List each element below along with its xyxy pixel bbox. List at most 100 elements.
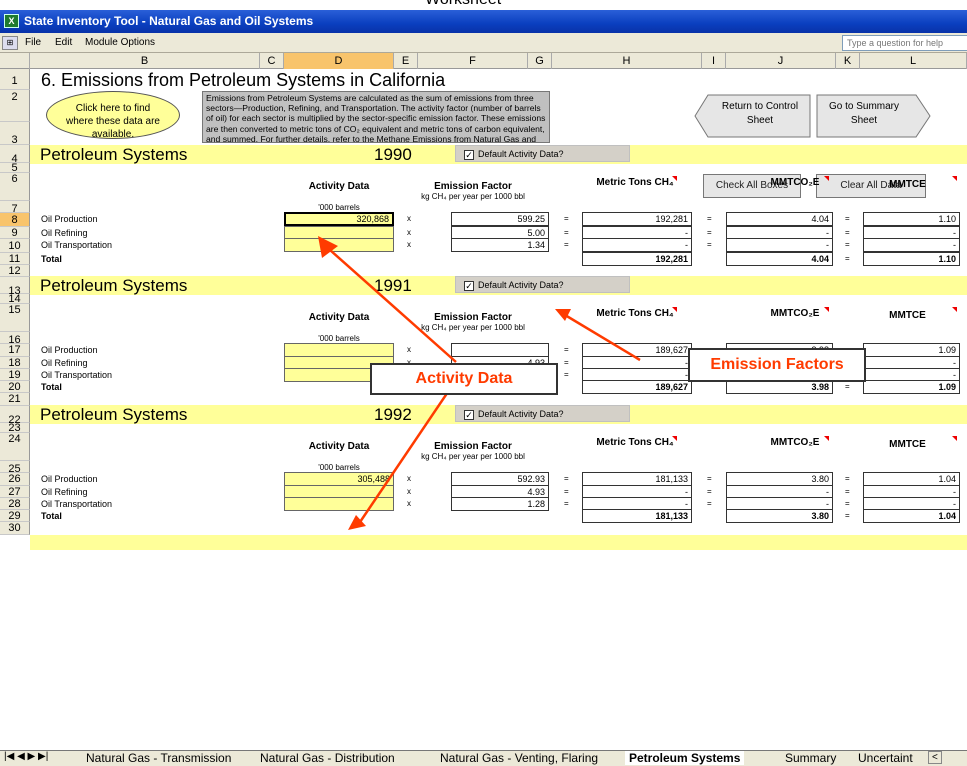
equals-operator: = xyxy=(707,474,712,483)
activity-unit: '000 barrels xyxy=(318,334,360,343)
equals-operator: = xyxy=(707,214,712,223)
column-header-l[interactable]: L xyxy=(860,53,967,69)
row-header[interactable]: 5 xyxy=(0,163,30,174)
activity-input[interactable] xyxy=(284,497,394,511)
default-activity-checkbox[interactable]: ✓ Default Activity Data? xyxy=(455,145,630,162)
emission-factor-cell[interactable]: 1.28 xyxy=(451,497,549,511)
row-header[interactable]: 19 xyxy=(0,369,30,381)
summary-button[interactable]: Go to Summary Sheet xyxy=(818,100,910,128)
row-header[interactable]: 20 xyxy=(0,381,30,393)
row-header[interactable]: 29 xyxy=(0,510,30,522)
find-data-link[interactable]: Click here to find where these data are … xyxy=(46,91,180,140)
activity-input[interactable]: 305,488 xyxy=(284,472,394,486)
row-header[interactable]: 8 xyxy=(0,213,30,227)
scroll-left-icon[interactable]: < xyxy=(928,751,942,764)
row-header[interactable]: 3 xyxy=(0,122,30,146)
total-label: Total xyxy=(41,382,62,392)
default-activity-checkbox[interactable]: ✓ Default Activity Data? xyxy=(455,405,630,422)
row-label: Oil Refining xyxy=(41,358,88,368)
arrow-head xyxy=(555,309,571,321)
co2e-cell: 4.04 xyxy=(726,212,833,226)
sheet-menu-icon[interactable]: ⊞ xyxy=(2,36,18,50)
menu-module-options[interactable]: Module Options xyxy=(85,37,155,48)
checkbox-checked-icon[interactable]: ✓ xyxy=(464,410,474,420)
row-header[interactable]: 10 xyxy=(0,239,30,253)
emission-factor-cell[interactable]: 592.93 xyxy=(451,472,549,486)
equals-operator: = xyxy=(845,474,850,483)
row-header[interactable]: 14 xyxy=(0,294,30,305)
column-header-c[interactable]: C xyxy=(260,53,284,69)
comment-indicator-icon xyxy=(952,436,957,441)
row-header[interactable]: 4 xyxy=(0,145,30,165)
column-header-h[interactable]: H xyxy=(552,53,702,69)
column-header-k[interactable]: K xyxy=(836,53,860,69)
equals-operator: = xyxy=(707,240,712,249)
row-header[interactable]: 16 xyxy=(0,332,30,346)
row-label: Oil Refining xyxy=(41,487,88,497)
menu-edit[interactable]: Edit xyxy=(55,37,72,48)
select-all-corner[interactable] xyxy=(0,53,30,69)
equals-operator: = xyxy=(564,358,569,367)
sheet-tab[interactable]: Natural Gas - Venting, Flaring xyxy=(440,751,598,765)
row-header[interactable]: 11 xyxy=(0,253,30,265)
ef-unit: kg CH₄ per year per 1000 bbl xyxy=(421,452,525,461)
row-header[interactable]: 2 xyxy=(0,90,30,122)
sheet-tab[interactable]: Natural Gas - Distribution xyxy=(260,751,395,765)
equals-operator: = xyxy=(707,228,712,237)
row-header[interactable]: 30 xyxy=(0,522,30,535)
sheet-tab[interactable]: Uncertaint xyxy=(858,751,913,765)
checkbox-checked-icon[interactable]: ✓ xyxy=(464,150,474,160)
activity-input[interactable] xyxy=(284,343,394,357)
menu-file[interactable]: File xyxy=(25,37,41,48)
row-header[interactable]: 27 xyxy=(0,486,30,498)
row-header[interactable]: 24 xyxy=(0,433,30,461)
row-header[interactable]: 28 xyxy=(0,498,30,510)
column-header-g[interactable]: G xyxy=(528,53,552,69)
row-header[interactable]: 21 xyxy=(0,393,30,406)
row-header[interactable]: 18 xyxy=(0,357,30,369)
column-header-f[interactable]: F xyxy=(418,53,528,69)
row-header[interactable]: 6 xyxy=(0,173,30,201)
column-header-d[interactable]: D xyxy=(284,53,394,69)
question-input[interactable]: Type a question for help xyxy=(842,35,967,51)
return-button[interactable]: Return to Control Sheet xyxy=(714,100,806,128)
emission-factor-cell[interactable]: 599.25 xyxy=(451,212,549,226)
emission-factor-cell[interactable] xyxy=(451,343,549,357)
tab-nav-icons[interactable]: |◀ ◀ ▶ ▶| xyxy=(4,751,48,762)
row-header[interactable]: 13 xyxy=(0,277,30,297)
activity-input[interactable] xyxy=(284,238,394,252)
row-header[interactable]: 17 xyxy=(0,344,30,357)
row-header[interactable]: 15 xyxy=(0,304,30,332)
arrow-head xyxy=(348,515,366,530)
default-activity-checkbox[interactable]: ✓ Default Activity Data? xyxy=(455,276,630,293)
equals-operator: = xyxy=(845,511,850,520)
row-header[interactable]: 23 xyxy=(0,423,30,434)
ch4-cell: 181,133 xyxy=(582,472,692,486)
comment-indicator-icon xyxy=(672,307,677,312)
column-header-e[interactable]: E xyxy=(394,53,418,69)
checkbox-checked-icon[interactable]: ✓ xyxy=(464,281,474,291)
activity-input[interactable]: 320,868 xyxy=(284,212,394,226)
row-header[interactable]: 1 xyxy=(0,69,30,90)
ch4-cell: 192,281 xyxy=(582,212,692,226)
total-co2e-cell: 4.04 xyxy=(726,252,833,266)
ef-unit: kg CH₄ per year per 1000 bbl xyxy=(421,323,525,332)
row-header[interactable]: 9 xyxy=(0,227,30,239)
window-title: State Inventory Tool - Natural Gas and O… xyxy=(24,14,314,28)
ch4-header: Metric Tons CH₄ xyxy=(596,437,674,448)
mmtce-cell: 1.10 xyxy=(863,212,960,226)
row-header[interactable]: 22 xyxy=(0,406,30,426)
row-header[interactable]: 12 xyxy=(0,265,30,277)
sheet-tab-active[interactable]: Petroleum Systems xyxy=(625,751,745,765)
column-header-i[interactable]: I xyxy=(702,53,726,69)
column-header-b[interactable]: B xyxy=(30,53,260,69)
row-label: Oil Production xyxy=(41,474,98,484)
row-header[interactable]: 26 xyxy=(0,473,30,486)
row-header[interactable]: 7 xyxy=(0,201,30,215)
row-header[interactable]: 25 xyxy=(0,461,30,475)
sheet-tab[interactable]: Summary xyxy=(785,751,836,765)
sheet-tab[interactable]: Natural Gas - Transmission xyxy=(86,751,231,765)
emission-factor-cell[interactable]: 1.34 xyxy=(451,238,549,252)
comment-indicator-icon xyxy=(952,307,957,312)
column-header-j[interactable]: J xyxy=(726,53,836,69)
